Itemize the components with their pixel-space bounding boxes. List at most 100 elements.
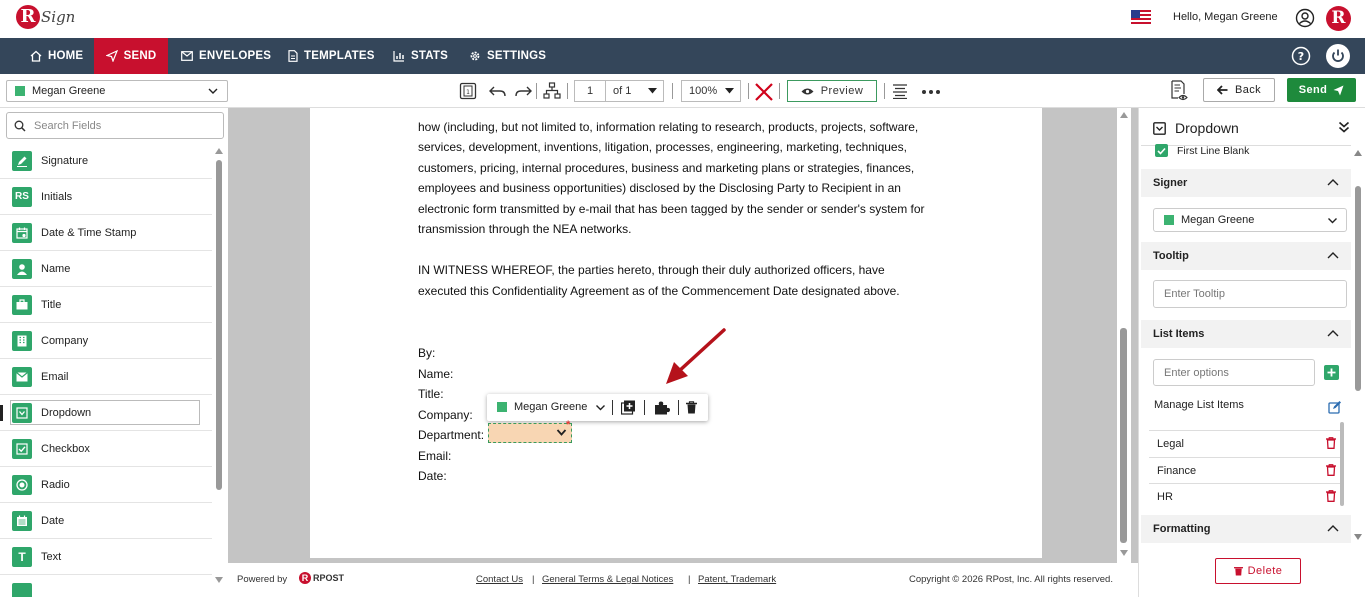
fields-scrollbar[interactable]	[215, 148, 223, 588]
undo-icon[interactable]	[488, 83, 508, 99]
formatting-section-header[interactable]: Formatting	[1141, 515, 1351, 543]
field-checkbox[interactable]: Checkbox	[0, 431, 212, 467]
document-scrollbar[interactable]	[1117, 108, 1131, 563]
field-date-time-stamp[interactable]: Date & Time Stamp	[0, 215, 212, 251]
clear-fields-icon[interactable]	[754, 82, 774, 102]
preview-button-label: Preview	[820, 85, 864, 97]
page-select[interactable]: of 1	[606, 80, 664, 102]
trash-icon[interactable]	[1326, 490, 1336, 502]
patent-link[interactable]: Patent, Trademark	[698, 574, 776, 585]
field-signer-select[interactable]: Megan Greene	[497, 401, 606, 413]
scroll-up-icon[interactable]	[1354, 150, 1362, 156]
trash-icon[interactable]	[1326, 464, 1336, 476]
signer-section-header[interactable]: Signer	[1141, 169, 1351, 197]
field-radio[interactable]: Radio	[0, 467, 212, 503]
department-dropdown-field[interactable]	[488, 423, 572, 443]
copyright-text: Copyright © 2026 RPost, Inc. All rights …	[909, 574, 1113, 585]
formatting-section-label: Formatting	[1153, 523, 1211, 535]
send-button[interactable]: Send	[1287, 78, 1356, 102]
signer-select[interactable]: Megan Greene	[6, 80, 228, 102]
nav-templates[interactable]: TEMPLATES	[288, 38, 375, 74]
list-item-finance[interactable]: Finance	[1149, 457, 1340, 483]
field-title[interactable]: Title	[0, 287, 212, 323]
terms-link[interactable]: General Terms & Legal Notices	[542, 574, 673, 585]
nav-envelopes[interactable]: ENVELOPES	[181, 38, 271, 74]
tooltip-section-header[interactable]: Tooltip	[1141, 242, 1351, 270]
nav-home[interactable]: HOME	[30, 38, 83, 74]
back-button[interactable]: Back	[1203, 78, 1275, 102]
svg-text:?: ?	[1298, 50, 1304, 63]
duplicate-field-icon[interactable]	[621, 400, 636, 415]
user-account-icon[interactable]	[1295, 8, 1315, 28]
rpost-r-mark: R	[299, 572, 311, 584]
contact-us-link[interactable]: Contact Us	[476, 574, 523, 585]
page-number-input[interactable]: 1	[574, 80, 606, 102]
power-button[interactable]	[1326, 44, 1350, 68]
envelope-icon	[12, 366, 32, 387]
nav-stats[interactable]: STATS	[393, 38, 448, 74]
checkbox-checked-icon[interactable]	[1155, 144, 1168, 157]
signer-select-panel[interactable]: Megan Greene	[1153, 208, 1347, 232]
enter-options-input[interactable]: Enter options	[1153, 359, 1315, 386]
list-item-legal[interactable]: Legal	[1149, 430, 1340, 456]
zoom-select[interactable]: 100%	[681, 80, 741, 102]
scroll-down-icon[interactable]	[215, 577, 223, 583]
properties-scrollbar[interactable]	[1352, 146, 1364, 546]
annotation-arrow	[666, 328, 726, 384]
field-signature[interactable]: Signature	[0, 143, 212, 179]
hierarchy-icon[interactable]	[543, 82, 561, 100]
first-line-blank-option[interactable]: First Line Blank	[1155, 144, 1249, 157]
doc-line: Email:	[418, 449, 452, 463]
scroll-down-icon[interactable]	[1120, 550, 1128, 556]
field-partial[interactable]	[0, 575, 212, 597]
align-icon[interactable]	[893, 84, 907, 99]
field-name[interactable]: Name	[0, 251, 212, 287]
nav-send[interactable]: SEND	[94, 38, 168, 74]
field-dropdown[interactable]: Dropdown	[0, 395, 212, 431]
scroll-up-icon[interactable]	[1120, 112, 1128, 118]
trash-icon[interactable]	[686, 401, 697, 414]
main-nav: HOME SEND ENVELOPES TEMPLATES STATS SETT…	[0, 38, 1365, 74]
collapse-all-icon[interactable]	[1338, 121, 1350, 133]
rsign-logo[interactable]: R Sign	[16, 5, 75, 29]
list-items-section-header[interactable]: List Items	[1141, 320, 1351, 348]
edit-icon[interactable]	[1328, 400, 1342, 414]
scroll-down-icon[interactable]	[1354, 534, 1362, 540]
add-option-button[interactable]	[1324, 365, 1339, 380]
scrollbar-thumb[interactable]	[1120, 328, 1127, 543]
field-label: Title	[41, 298, 62, 311]
chevron-down-icon	[1328, 218, 1337, 224]
list-items-scrollbar[interactable]	[1340, 422, 1344, 506]
delete-field-button[interactable]: Delete	[1215, 558, 1301, 584]
toolbar-separator	[672, 83, 673, 99]
scrollbar-thumb[interactable]	[1355, 186, 1361, 391]
puzzle-piece-icon[interactable]	[654, 400, 670, 415]
rpost-brand-icon[interactable]: R	[1326, 6, 1351, 31]
field-company[interactable]: Company	[0, 323, 212, 359]
fit-page-icon[interactable]: 1	[459, 82, 477, 100]
list-items-section-label: List Items	[1153, 328, 1205, 340]
trash-icon[interactable]	[1326, 437, 1336, 449]
chevron-up-icon	[1327, 525, 1339, 532]
scroll-up-icon[interactable]	[215, 148, 223, 154]
us-flag-icon[interactable]	[1131, 10, 1151, 24]
doc-line: By:	[418, 346, 436, 360]
field-date[interactable]: Date	[0, 503, 212, 539]
redo-icon[interactable]	[513, 83, 533, 99]
field-text[interactable]: T Text	[0, 539, 212, 575]
more-options-icon[interactable]	[921, 89, 941, 95]
field-label: Name	[41, 262, 71, 275]
preview-button[interactable]: Preview	[787, 80, 877, 102]
search-fields-input[interactable]: Search Fields	[6, 112, 224, 139]
field-initials[interactable]: RS Initials	[0, 179, 212, 215]
scrollbar-thumb[interactable]	[216, 160, 222, 490]
field-label: Text	[41, 550, 62, 563]
nav-settings[interactable]: SETTINGS	[469, 38, 546, 74]
field-email[interactable]: Email	[0, 359, 212, 395]
tooltip-input[interactable]: Enter Tooltip	[1153, 280, 1347, 308]
doc-line: transmission through the NEA networks.	[418, 222, 632, 236]
eye-icon	[801, 88, 814, 94]
help-icon[interactable]: ?	[1291, 46, 1311, 66]
document-view-icon[interactable]	[1170, 80, 1188, 102]
list-item-hr[interactable]: HR	[1149, 483, 1340, 509]
